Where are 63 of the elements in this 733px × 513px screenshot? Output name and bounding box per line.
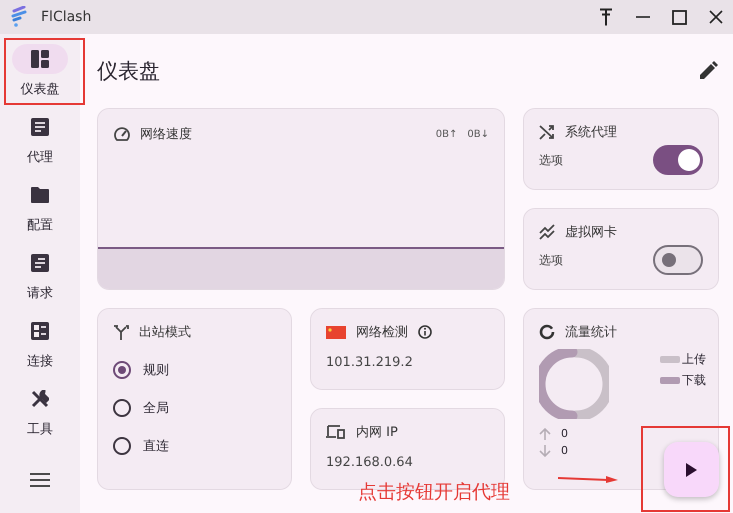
- radio-button[interactable]: [113, 361, 131, 379]
- connections-icon: [31, 322, 49, 340]
- start-button[interactable]: [664, 442, 719, 497]
- ip-address: 192.168.0.64: [326, 455, 414, 470]
- card-title: 内网 IP: [356, 424, 398, 441]
- request-icon: [31, 254, 49, 272]
- card-title: 出站模式: [139, 324, 191, 341]
- app-logo: [11, 6, 27, 28]
- annotation-arrow: [558, 474, 618, 484]
- menu-icon[interactable]: [30, 473, 50, 487]
- download-total: 0: [561, 444, 568, 457]
- upload-total: 0: [561, 427, 568, 440]
- dashboard-icon: [31, 50, 49, 68]
- download-speed: 0B↓: [467, 128, 489, 140]
- radio-option[interactable]: 直连: [113, 437, 276, 455]
- radio-option[interactable]: 全局: [113, 399, 276, 417]
- donut-chart-drawing: [539, 349, 609, 419]
- fork-icon: [113, 324, 129, 340]
- nav-label[interactable]: 代理: [27, 148, 53, 166]
- nav-label[interactable]: 配置: [27, 216, 53, 234]
- document-icon: [31, 118, 49, 136]
- folder-icon: [31, 186, 49, 204]
- play-icon: [686, 462, 697, 476]
- card-title: 系统代理: [565, 124, 617, 141]
- radio-option[interactable]: 规则: [113, 361, 276, 379]
- upload-speed: 0B↑: [436, 128, 458, 140]
- info-icon: [418, 325, 432, 339]
- page-title: 仪表盘: [97, 58, 160, 85]
- nav-label[interactable]: 请求: [27, 284, 53, 302]
- up-arrow-icon: [539, 428, 551, 440]
- option-label: 选项: [539, 252, 563, 268]
- radio-button[interactable]: [113, 399, 131, 417]
- legend-swatch-icon: [660, 377, 680, 384]
- annotation-text: 点击按钮开启代理: [358, 480, 510, 505]
- toggle-switch[interactable]: [653, 145, 703, 175]
- close-icon[interactable]: [709, 10, 723, 24]
- down-arrow-icon: [539, 444, 551, 456]
- legend-swatch-icon: [660, 356, 680, 363]
- nav-label[interactable]: 连接: [27, 352, 53, 370]
- legend-label: 下载: [682, 372, 706, 389]
- ip-address: 101.31.219.2: [326, 355, 414, 370]
- edit-icon[interactable]: [698, 61, 718, 81]
- card-title: 网络检测: [356, 324, 408, 341]
- ring-icon: [539, 324, 555, 340]
- zigzag-icon: [539, 224, 555, 240]
- legend-label: 上传: [682, 351, 706, 368]
- window-title: FlClash: [41, 9, 92, 25]
- toggle-switch[interactable]: [653, 245, 703, 275]
- option-label: 选项: [539, 152, 563, 168]
- card-title: 虚拟网卡: [565, 224, 617, 241]
- tools-icon: [31, 390, 49, 408]
- nav-label[interactable]: 仪表盘: [20, 80, 60, 98]
- flag-icon: [326, 324, 346, 340]
- pin-icon[interactable]: [598, 8, 614, 26]
- speedometer-icon: [114, 126, 130, 142]
- nav-label[interactable]: 工具: [27, 420, 53, 438]
- radio-button[interactable]: [113, 437, 131, 455]
- maximize-icon[interactable]: [672, 10, 687, 24]
- nav-item[interactable]: [12, 44, 68, 74]
- devices-icon: [326, 424, 346, 440]
- shuffle-icon: [539, 124, 555, 140]
- card-title: 流量统计: [565, 324, 617, 341]
- card-title: 网络速度: [140, 126, 192, 143]
